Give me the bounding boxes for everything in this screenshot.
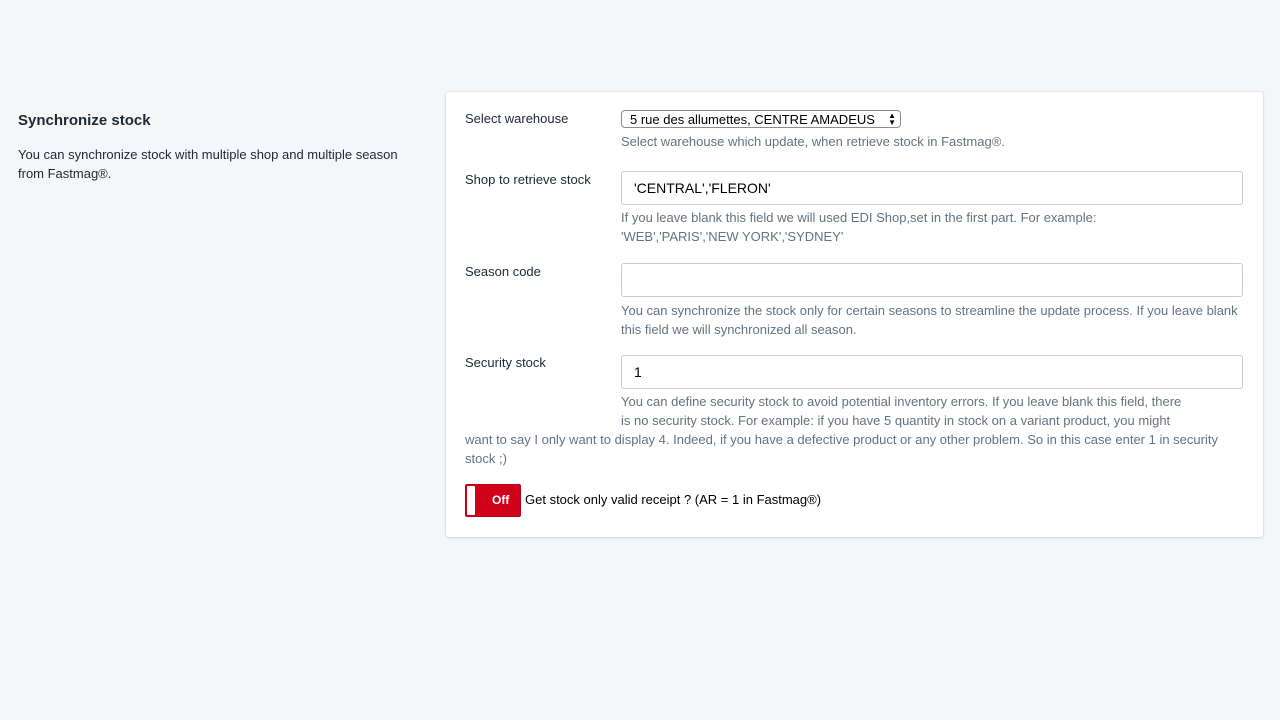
warehouse-help: Select warehouse which update, when retr…: [621, 134, 1005, 149]
season-label: Season code: [465, 264, 541, 279]
season-input[interactable]: [621, 263, 1243, 297]
warehouse-selected-value: 5 rue des allumettes, CENTRE AMADEUS: [630, 112, 875, 127]
select-arrows-icon: ▲ ▼: [888, 111, 896, 127]
season-help: You can synchronize the stock only for c…: [621, 303, 1238, 337]
section-info: Synchronize stock You can synchronize st…: [18, 112, 418, 183]
toggle-state: Off: [492, 493, 510, 507]
shop-input[interactable]: 'CENTRAL','FLERON': [621, 171, 1243, 205]
security-help-line1: You can define security stock to avoid p…: [621, 394, 1182, 409]
toggle-knob: [467, 486, 475, 515]
shop-help: If you leave blank this field we will us…: [621, 210, 1097, 244]
security-help-line2: is no security stock. For example: if yo…: [621, 413, 1171, 428]
warehouse-select[interactable]: 5 rue des allumettes, CENTRE AMADEUS ▲ ▼: [621, 110, 901, 128]
valid-receipt-label: Get stock only valid receipt ? (AR = 1 i…: [525, 492, 822, 507]
shop-label: Shop to retrieve stock: [465, 172, 591, 187]
settings-card: Select warehouse 5 rue des allumettes, C…: [446, 92, 1263, 537]
valid-receipt-toggle[interactable]: Off: [465, 484, 521, 517]
security-help-rest: want to say I only want to display 4. In…: [465, 432, 1218, 466]
security-input[interactable]: 1: [621, 355, 1243, 389]
security-label: Security stock: [465, 355, 546, 370]
section-title: Synchronize stock: [18, 112, 151, 129]
security-help: You can define security stock to avoid p…: [465, 392, 1250, 468]
warehouse-label: Select warehouse: [465, 111, 569, 126]
section-description: You can synchronize stock with multiple …: [18, 147, 398, 181]
